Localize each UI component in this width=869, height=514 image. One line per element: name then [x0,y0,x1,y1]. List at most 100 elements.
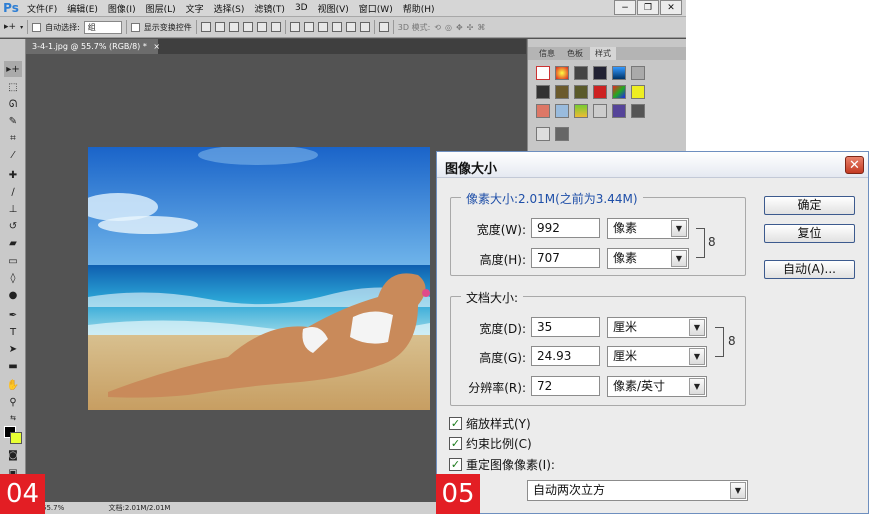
reset-button[interactable]: 复位 [764,224,855,243]
3d-scale-icon[interactable]: ⌘ [477,23,485,32]
shape-tool-icon[interactable]: ▬ [4,358,22,374]
pixel-height-unit-select[interactable]: 像素 ▼ [607,248,689,269]
distribute-left-icon[interactable] [331,22,342,32]
pixel-width-input[interactable]: 992 [531,218,600,238]
swap-colors-icon[interactable]: ⇆ [4,410,22,426]
chevron-down-icon[interactable]: ▾ [20,24,23,31]
align-middle-icon[interactable] [214,22,225,32]
chevron-down-icon[interactable]: ▼ [671,250,687,267]
lasso-tool-icon[interactable]: ᘏ [4,96,22,112]
close-button[interactable]: ✕ [660,0,682,15]
style-swatch[interactable] [536,104,550,118]
crop-tool-icon[interactable]: ⌗ [4,130,22,146]
menu-image[interactable]: 图像(I) [103,2,141,15]
distribute-top-icon[interactable] [289,22,300,32]
show-transform-checkbox[interactable] [130,22,140,32]
style-swatch[interactable] [593,85,607,99]
healing-brush-tool-icon[interactable]: ✚ [4,167,22,183]
style-swatch[interactable] [555,66,569,80]
3d-slide-icon[interactable]: ✣ [467,23,474,32]
blur-tool-icon[interactable]: ◊ [4,270,22,286]
3d-rotate-icon[interactable]: ⟲ [434,23,441,32]
quick-mask-icon[interactable]: ◙ [4,447,22,463]
menu-filter[interactable]: 滤镜(T) [249,2,290,15]
align-top-icon[interactable] [200,22,211,32]
minimize-button[interactable]: − [614,0,636,15]
chevron-down-icon[interactable]: ▼ [689,319,705,336]
eyedropper-tool-icon[interactable]: ⁄ [4,147,22,163]
restore-button[interactable]: ❐ [637,0,659,15]
tab-info[interactable]: 信息 [534,47,560,60]
document-tab[interactable]: 3-4-1.jpg @ 55.7% (RGB/8) * × [26,39,160,54]
ok-button[interactable]: 确定 [764,196,855,215]
resample-method-select[interactable]: 自动两次立方 ▼ [527,480,748,501]
gradient-tool-icon[interactable]: ▭ [4,253,22,269]
doc-width-unit-select[interactable]: 厘米 ▼ [607,317,707,338]
scale-styles-checkbox[interactable]: ✓ [449,417,462,430]
path-select-tool-icon[interactable]: ➤ [4,341,22,357]
distribute-right-icon[interactable] [359,22,370,32]
align-left-icon[interactable] [242,22,253,32]
style-swatch[interactable] [593,104,607,118]
menu-select[interactable]: 选择(S) [209,2,250,15]
menu-view[interactable]: 视图(V) [313,2,354,15]
eraser-tool-icon[interactable]: ▰ [4,235,22,251]
style-swatch[interactable] [574,85,588,99]
menu-window[interactable]: 窗口(W) [354,2,398,15]
style-swatch[interactable] [574,104,588,118]
move-tool-icon[interactable]: ▸+ [4,61,22,77]
chevron-down-icon[interactable]: ▼ [671,220,687,237]
dodge-tool-icon[interactable]: ● [4,287,22,303]
scale-styles-row[interactable]: ✓ 缩放样式(Y) [449,415,531,432]
style-swatch[interactable] [536,85,550,99]
distribute-center-icon[interactable] [345,22,356,32]
3d-roll-icon[interactable]: ◎ [445,23,452,32]
marquee-tool-icon[interactable]: ⬚ [4,79,22,95]
pen-tool-icon[interactable]: ✒ [4,307,22,323]
tab-close-icon[interactable]: × [153,42,160,51]
menu-edit[interactable]: 编辑(E) [62,2,103,15]
style-swatch[interactable] [593,66,607,80]
style-swatch[interactable] [631,85,645,99]
style-swatch[interactable] [631,66,645,80]
style-swatch[interactable] [612,104,626,118]
style-swatch[interactable] [536,127,550,141]
menu-type[interactable]: 文字 [181,2,209,15]
zoom-level[interactable]: 55.7% [42,504,64,512]
close-icon[interactable]: ✕ [845,156,864,174]
style-swatch[interactable] [536,66,550,80]
hand-tool-icon[interactable]: ✋ [4,377,22,393]
align-center-icon[interactable] [256,22,267,32]
quick-select-tool-icon[interactable]: ✎ [4,113,22,129]
style-swatch[interactable] [612,85,626,99]
chevron-down-icon[interactable]: ▼ [689,348,705,365]
auto-align-icon[interactable] [378,22,389,32]
constrain-proportions-row[interactable]: ✓ 约束比例(C) [449,435,532,452]
menu-file[interactable]: 文件(F) [22,2,62,15]
pixel-height-input[interactable]: 707 [531,248,600,268]
resample-checkbox[interactable]: ✓ [449,458,462,471]
type-tool-icon[interactable]: T [4,324,22,340]
style-swatch[interactable] [574,66,588,80]
menu-3d[interactable]: 3D [290,3,313,13]
resolution-input[interactable]: 72 [531,376,600,396]
doc-width-input[interactable]: 35 [531,317,600,337]
background-color-swatch[interactable] [10,432,22,444]
doc-height-unit-select[interactable]: 厘米 ▼ [607,346,707,367]
move-tool-icon[interactable]: ▸+ [4,22,16,32]
doc-height-input[interactable]: 24.93 [531,346,600,366]
auto-select-checkbox[interactable] [32,22,42,32]
zoom-tool-icon[interactable]: ⚲ [4,394,22,410]
chevron-down-icon[interactable]: ▼ [689,378,705,395]
pixel-width-unit-select[interactable]: 像素 ▼ [607,218,689,239]
style-swatch[interactable] [555,127,569,141]
canvas-image[interactable] [88,147,430,410]
menu-layer[interactable]: 图层(L) [141,2,181,15]
align-bottom-icon[interactable] [228,22,239,32]
chevron-down-icon[interactable]: ▼ [730,482,746,499]
resample-row[interactable]: ✓ 重定图像像素(I): [449,456,555,473]
style-swatch[interactable] [631,104,645,118]
align-right-icon[interactable] [270,22,281,32]
style-swatch[interactable] [555,85,569,99]
brush-tool-icon[interactable]: ∕ [4,184,22,200]
